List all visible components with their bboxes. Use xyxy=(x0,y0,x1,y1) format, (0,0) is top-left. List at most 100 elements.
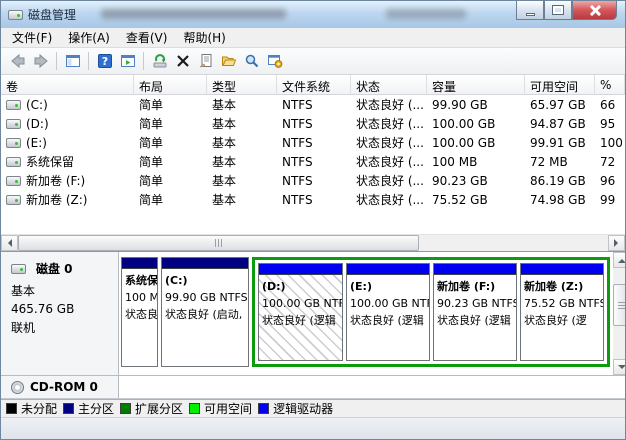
forward-button[interactable] xyxy=(29,50,52,73)
refresh-button[interactable] xyxy=(148,50,171,73)
volume-row-z[interactable]: 新加卷 (Z:) 简单 基本 NTFS 状态良好 (... 75.52 GB 7… xyxy=(1,190,625,209)
partition-status: 状态良好 (启动, xyxy=(165,308,243,322)
partition-status: 状态良好 xyxy=(125,308,157,322)
partition-z[interactable]: 新加卷 (Z:) 75.52 GB NTFS 状态良好 (逻 xyxy=(520,263,604,361)
col-layout[interactable]: 布局 xyxy=(134,75,207,94)
volume-percent: 99 xyxy=(600,192,616,207)
col-volume[interactable]: 卷 xyxy=(1,75,134,94)
manage-button[interactable] xyxy=(263,50,286,73)
volume-list-header: 卷 布局 类型 文件系统 状态 容量 可用空间 % xyxy=(1,75,625,95)
menu-action[interactable]: 操作(A) xyxy=(60,27,118,48)
show-action-pane-button[interactable] xyxy=(116,50,139,73)
volume-type: 基本 xyxy=(212,98,237,112)
volume-row-e[interactable]: (E:) 简单 基本 NTFS 状态良好 (... 100.00 GB 99.9… xyxy=(1,133,625,152)
search-button[interactable] xyxy=(240,50,263,73)
scrollbar-thumb[interactable] xyxy=(613,284,625,327)
volume-name: (C:) xyxy=(26,97,48,112)
horizontal-scrollbar[interactable] xyxy=(1,234,625,251)
volume-capacity: 100 MB xyxy=(432,154,478,169)
thumb-grip-icon xyxy=(214,239,223,247)
volume-row-f[interactable]: 新加卷 (F:) 简单 基本 NTFS 状态良好 (... 90.23 GB 8… xyxy=(1,171,625,190)
partition-size: 100.00 GB NTFS xyxy=(262,297,342,311)
scroll-left-button[interactable] xyxy=(1,235,18,251)
scrollbar-track[interactable] xyxy=(18,235,608,251)
volume-percent: 72 xyxy=(600,154,616,169)
maximize-button[interactable] xyxy=(544,1,572,20)
scroll-up-button[interactable] xyxy=(613,252,625,268)
partition-d-selected[interactable]: (D:) 100.00 GB NTFS 状态良好 (逻辑 xyxy=(258,263,343,361)
volume-percent: 96 xyxy=(600,173,616,188)
volume-status: 状态良好 (... xyxy=(356,136,424,150)
partition-size: 100.00 GB NTFS xyxy=(350,297,429,311)
partition-c[interactable]: (C:) 99.90 GB NTFS 状态良好 (启动, xyxy=(161,257,249,367)
show-console-tree-icon xyxy=(65,55,80,67)
show-console-tree-button[interactable] xyxy=(61,50,84,73)
scroll-right-button[interactable] xyxy=(608,235,625,251)
legend-label: 逻辑驱动器 xyxy=(273,402,334,416)
volume-row-system-reserved[interactable]: 系统保留 简单 基本 NTFS 状态良好 (... 100 MB 72 MB 7… xyxy=(1,152,625,171)
col-fs[interactable]: 文件系统 xyxy=(277,75,351,94)
volume-layout: 简单 xyxy=(139,98,164,112)
show-action-pane-icon xyxy=(120,55,135,67)
disk0-label-panel[interactable]: 磁盘 0 基本 465.76 GB 联机 xyxy=(1,252,119,375)
menu-help[interactable]: 帮助(H) xyxy=(175,27,233,48)
disk0-name: 磁盘 0 xyxy=(36,262,73,276)
col-type[interactable]: 类型 xyxy=(207,75,277,94)
disk0-size: 465.76 GB xyxy=(11,302,75,316)
partition-e[interactable]: (E:) 100.00 GB NTFS 状态良好 (逻辑 xyxy=(346,263,430,361)
legend-logical: 逻辑驱动器 xyxy=(258,400,333,417)
col-free[interactable]: 可用空间 xyxy=(525,75,595,94)
toolbar: ? xyxy=(1,48,625,75)
menu-view[interactable]: 查看(V) xyxy=(118,27,176,48)
manage-icon xyxy=(267,55,282,68)
toolbar-separator xyxy=(56,52,57,70)
disk0-kind: 基本 xyxy=(11,284,36,298)
minimize-button[interactable] xyxy=(516,1,544,20)
scrollbar-track[interactable] xyxy=(613,268,625,359)
arrow-up-icon xyxy=(617,255,625,263)
volume-fs: NTFS xyxy=(282,116,313,131)
volume-type: 基本 xyxy=(212,174,237,188)
cdrom-name: CD-ROM 0 xyxy=(30,380,98,394)
volume-free: 74.98 GB xyxy=(530,192,586,207)
titlebar[interactable]: 磁盘管理 xyxy=(1,1,625,28)
back-button[interactable] xyxy=(6,50,29,73)
close-button[interactable] xyxy=(572,1,617,20)
volume-row-c[interactable]: (C:) 简单 基本 NTFS 状态良好 (... 99.90 GB 65.97… xyxy=(1,95,625,114)
cdrom-row: CD-ROM 0 xyxy=(1,376,625,399)
col-percent[interactable]: % xyxy=(595,75,625,94)
col-capacity[interactable]: 容量 xyxy=(427,75,525,94)
partition-f[interactable]: 新加卷 (F:) 90.23 GB NTFS 状态良好 (逻辑 xyxy=(433,263,517,361)
vertical-scrollbar[interactable] xyxy=(613,252,625,375)
legend-primary: 主分区 xyxy=(63,400,114,417)
volume-name: 新加卷 (F:) xyxy=(26,174,86,188)
svg-text:?: ? xyxy=(101,55,107,68)
volume-row-d[interactable]: (D:) 简单 基本 NTFS 状态良好 (... 100.00 GB 94.8… xyxy=(1,114,625,133)
volume-layout: 简单 xyxy=(139,193,164,207)
partition-status: 状态良好 (逻辑 xyxy=(262,314,336,328)
open-button[interactable] xyxy=(217,50,240,73)
scroll-down-button[interactable] xyxy=(613,359,625,375)
partition-system-reserved[interactable]: 系统保留 100 MB 状态良好 xyxy=(121,257,158,367)
primary-partition-strip xyxy=(162,258,248,269)
help-button[interactable]: ? xyxy=(93,50,116,73)
arrow-right-icon xyxy=(614,239,622,247)
volume-free: 86.19 GB xyxy=(530,173,586,188)
scrollbar-thumb[interactable] xyxy=(18,235,420,251)
menu-file[interactable]: 文件(F) xyxy=(4,27,60,48)
forward-icon xyxy=(34,53,48,69)
volume-fs: NTFS xyxy=(282,97,313,112)
partition-name: (D:) xyxy=(262,280,286,293)
arrow-down-icon xyxy=(617,364,625,373)
cdrom-label-panel[interactable]: CD-ROM 0 xyxy=(1,376,119,398)
legend-label: 未分配 xyxy=(21,402,58,416)
arrow-left-icon xyxy=(4,239,12,247)
volume-capacity: 99.90 GB xyxy=(432,97,488,112)
properties-button[interactable] xyxy=(194,50,217,73)
volume-free: 99.91 GB xyxy=(530,135,586,150)
col-status[interactable]: 状态 xyxy=(351,75,427,94)
delete-button[interactable] xyxy=(171,50,194,73)
partition-size: 90.23 GB NTFS xyxy=(437,297,516,311)
volume-name: 系统保留 xyxy=(26,155,75,169)
disk-icon xyxy=(11,263,26,274)
